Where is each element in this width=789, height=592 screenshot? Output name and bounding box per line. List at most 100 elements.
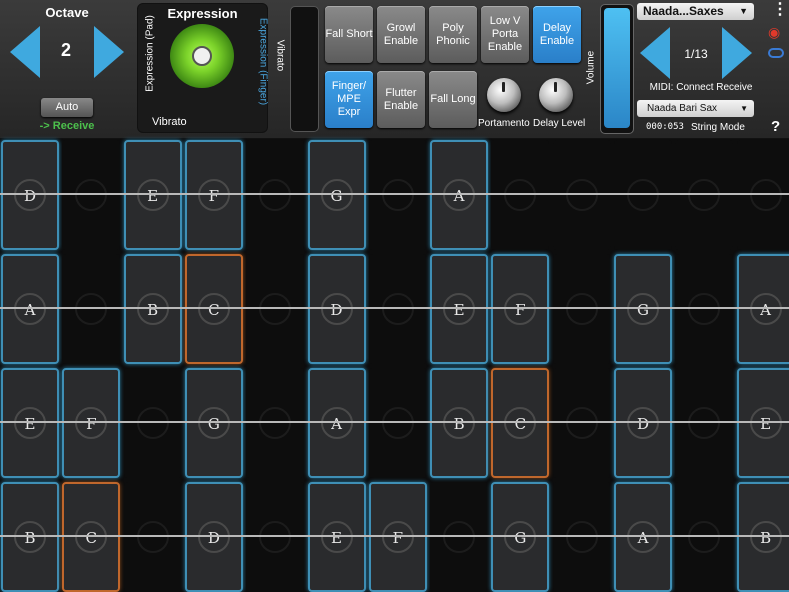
note-pad[interactable]: C <box>62 482 121 592</box>
empty-pad[interactable] <box>430 482 489 592</box>
empty-pad[interactable] <box>675 254 734 364</box>
note-pad[interactable]: D <box>1 140 59 250</box>
instrument-select[interactable]: Naada Bari Sax ▼ <box>637 100 754 117</box>
cloud-icon[interactable] <box>768 48 784 58</box>
empty-pad[interactable] <box>675 368 734 478</box>
empty-pad[interactable] <box>246 368 305 478</box>
vibrato-strip[interactable] <box>290 6 319 132</box>
empty-pad[interactable] <box>675 482 734 592</box>
help-icon[interactable]: ? <box>771 118 780 135</box>
empty-pad[interactable] <box>552 254 611 364</box>
control-panel: Octave 2 Auto -> Receive Expression Expr… <box>0 0 789 139</box>
preset-prev-arrow-icon[interactable] <box>640 27 670 79</box>
note-pad[interactable]: B <box>123 254 182 364</box>
finger-mpe-expr-button[interactable]: Finger/ MPE Expr <box>325 71 373 128</box>
pad-ring-icon <box>259 407 292 439</box>
auto-button[interactable]: Auto <box>41 98 93 117</box>
mode-label: String Mode <box>691 122 745 133</box>
pad-ring-icon <box>565 179 598 211</box>
empty-pad[interactable] <box>675 140 734 250</box>
empty-pad[interactable] <box>552 140 611 250</box>
note-grid: D E F G A A B C D E F G A E F G A B C D E B C D E F G A B <box>0 138 789 592</box>
note-label: D <box>23 187 37 205</box>
fall-long-button[interactable]: Fall Long <box>429 71 477 128</box>
expression-pad[interactable]: Expression Expression (Pad) Expression (… <box>137 3 269 133</box>
pad-ring-icon <box>136 521 169 553</box>
note-pad[interactable]: G <box>307 140 366 250</box>
note-pad[interactable]: G <box>614 254 672 364</box>
more-vertical-icon[interactable]: ⋮ <box>772 2 788 18</box>
note-pad[interactable]: F <box>62 368 121 478</box>
empty-pad[interactable] <box>614 140 672 250</box>
note-pad[interactable]: E <box>1 368 59 478</box>
note-label: F <box>515 301 526 319</box>
note-pad[interactable]: E <box>430 254 489 364</box>
note-label: B <box>24 529 36 547</box>
note-label: A <box>637 529 649 547</box>
note-label: D <box>636 415 650 433</box>
note-pad[interactable]: E <box>307 482 366 592</box>
broadcast-icon[interactable]: ◉ <box>768 24 780 41</box>
fall-short-button[interactable]: Fall Short <box>325 6 373 63</box>
empty-pad[interactable] <box>736 140 789 250</box>
empty-pad[interactable] <box>368 140 427 250</box>
empty-pad[interactable] <box>491 140 550 250</box>
empty-pad[interactable] <box>246 140 305 250</box>
chevron-down-icon: ▼ <box>739 6 748 16</box>
note-pad[interactable]: G <box>491 482 550 592</box>
pad-ring-icon <box>381 293 414 325</box>
note-pad[interactable]: F <box>491 254 550 364</box>
note-pad[interactable]: B <box>430 368 489 478</box>
chevron-down-icon: ▼ <box>740 104 748 113</box>
empty-pad[interactable] <box>123 368 182 478</box>
empty-pad[interactable] <box>368 368 427 478</box>
pad-ring-icon <box>259 293 292 325</box>
empty-pad[interactable] <box>62 140 121 250</box>
empty-pad[interactable] <box>62 254 121 364</box>
empty-pad[interactable] <box>246 254 305 364</box>
note-pad[interactable]: F <box>368 482 427 592</box>
flutter-enable-button[interactable]: Flutter Enable <box>377 71 425 128</box>
empty-pad[interactable] <box>368 254 427 364</box>
note-pad[interactable]: D <box>184 482 243 592</box>
growl-enable-button[interactable]: Growl Enable <box>377 6 425 63</box>
empty-pad[interactable] <box>552 368 611 478</box>
poly-phonic-button[interactable]: Poly Phonic <box>429 6 477 63</box>
octave-down-arrow-icon[interactable] <box>10 26 40 78</box>
preset-next-arrow-icon[interactable] <box>722 27 752 79</box>
note-label: E <box>453 301 465 319</box>
note-pad[interactable]: A <box>1 254 59 364</box>
note-label: F <box>86 415 97 433</box>
note-pad[interactable]: A <box>430 140 489 250</box>
note-pad[interactable]: B <box>736 482 789 592</box>
portamento-label: Portamento <box>478 118 530 129</box>
note-label: B <box>147 301 159 319</box>
empty-pad[interactable] <box>123 482 182 592</box>
portamento-knob[interactable] <box>487 78 521 112</box>
delay-enable-button[interactable]: Delay Enable <box>533 6 581 63</box>
empty-pad[interactable] <box>552 482 611 592</box>
note-pad[interactable]: C <box>491 368 550 478</box>
note-pad[interactable]: C <box>184 254 243 364</box>
octave-up-arrow-icon[interactable] <box>94 26 124 78</box>
pad-ring-icon <box>565 293 598 325</box>
note-pad[interactable]: E <box>736 368 789 478</box>
empty-pad[interactable] <box>246 482 305 592</box>
note-pad[interactable]: D <box>614 368 672 478</box>
note-label: E <box>147 187 159 205</box>
low-v-porta-button[interactable]: Low V Porta Enable <box>481 6 529 63</box>
pad-ring-icon <box>688 521 721 553</box>
note-pad[interactable]: A <box>614 482 672 592</box>
pad-ring-icon <box>75 179 108 211</box>
note-pad[interactable]: G <box>184 368 243 478</box>
pad-ring-icon <box>565 521 598 553</box>
delay-level-knob[interactable] <box>539 78 573 112</box>
preset-select[interactable]: Naada...Saxes ▼ <box>637 3 754 20</box>
note-pad[interactable]: A <box>736 254 789 364</box>
note-pad[interactable]: E <box>123 140 182 250</box>
note-pad[interactable]: F <box>184 140 243 250</box>
volume-slider[interactable] <box>600 4 634 134</box>
note-pad[interactable]: B <box>1 482 59 592</box>
note-pad[interactable]: A <box>307 368 366 478</box>
note-pad[interactable]: D <box>307 254 366 364</box>
